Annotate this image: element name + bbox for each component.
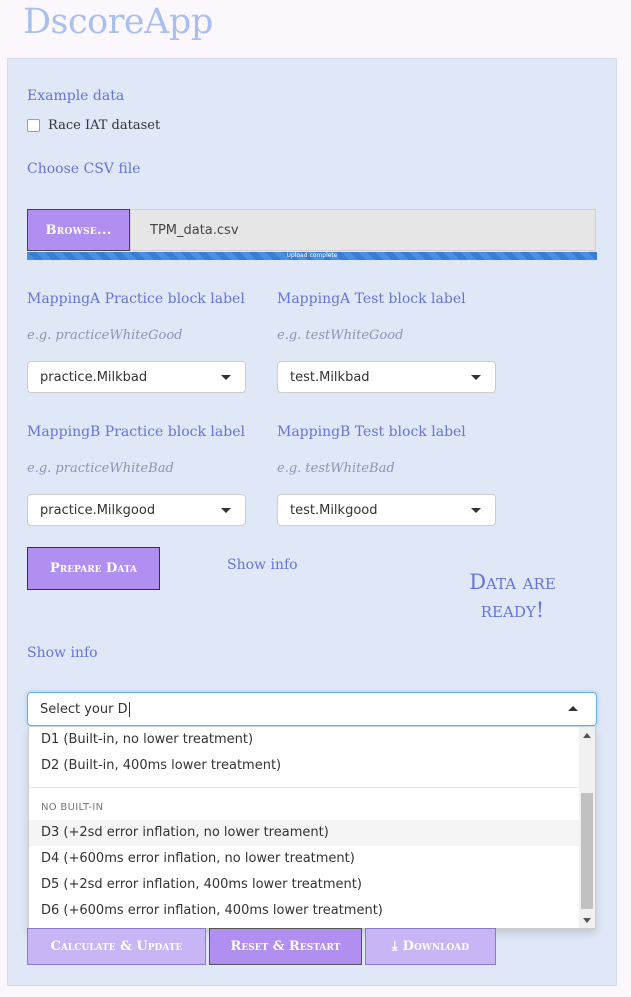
mappingB-test-hint: e.g. testWhiteBad — [277, 461, 395, 476]
mappingA-practice-value: practice.Milkbad — [40, 369, 148, 385]
mappingB-practice-label: MappingB Practice block label — [27, 424, 245, 440]
dscore-input-text: Select your D — [40, 701, 128, 717]
dscore-option-d1[interactable]: D1 (Built-in, no lower treatment) — [29, 727, 581, 753]
mappingA-test-select[interactable]: test.Milkbad — [277, 361, 496, 393]
calculate-update-button[interactable]: Calculate & Update — [27, 928, 206, 965]
mappingB-practice-select[interactable]: practice.Milkgood — [27, 494, 246, 526]
dscore-option-d6[interactable]: D6 (+600ms error inflation, 400ms lower … — [29, 898, 581, 924]
race-iat-checkbox-label: Race IAT dataset — [48, 118, 161, 133]
example-data-label: Example data — [27, 88, 125, 104]
dscore-option-d3[interactable]: D3 (+2sd error inflation, no lower tream… — [29, 820, 581, 846]
dscore-option-d4[interactable]: D4 (+600ms error inflation, no lower tre… — [29, 846, 581, 872]
mappingA-test-value: test.Milkbad — [290, 369, 370, 385]
mappingB-test-select[interactable]: test.Milkgood — [277, 494, 496, 526]
choose-csv-label: Choose CSV file — [27, 161, 141, 177]
mappingA-test-label: MappingA Test block label — [277, 291, 466, 307]
prepare-data-button[interactable]: Prepare Data — [27, 547, 160, 590]
dropdown-scrollbar[interactable] — [579, 727, 595, 928]
download-label: Download — [402, 939, 470, 954]
group-divider — [29, 787, 581, 788]
data-ready-line1: Data are — [469, 570, 556, 594]
scroll-up-icon[interactable] — [583, 733, 591, 738]
app-title: DscoreApp — [23, 2, 213, 42]
download-button[interactable]: ⤓ Download — [365, 928, 496, 965]
mappingA-practice-select[interactable]: practice.Milkbad — [27, 361, 246, 393]
browse-button[interactable]: Browse... — [27, 209, 130, 251]
data-ready-message: Data are ready! — [440, 568, 585, 624]
mappingB-test-value: test.Milkgood — [290, 502, 378, 518]
dscore-dropdown: D1 (Built-in, no lower treatment) D2 (Bu… — [28, 727, 596, 929]
filename-field: TPM_data.csv — [130, 209, 596, 251]
dscore-option-d5[interactable]: D5 (+2sd error inflation, 400ms lower tr… — [29, 872, 581, 898]
scroll-thumb[interactable] — [581, 793, 593, 909]
data-ready-line2: ready! — [480, 598, 545, 622]
mappingA-practice-label: MappingA Practice block label — [27, 291, 245, 307]
upload-progress-bar: Upload complete — [27, 252, 597, 260]
dscore-option-d2[interactable]: D2 (Built-in, 400ms lower treatment) — [29, 753, 581, 779]
mappingB-practice-value: practice.Milkgood — [40, 502, 156, 518]
dscore-show-info-link[interactable]: Show info — [27, 645, 98, 661]
chevron-down-icon — [221, 508, 231, 513]
chevron-up-icon — [568, 706, 578, 711]
download-icon: ⤓ — [391, 939, 398, 954]
mappingA-test-hint: e.g. testWhiteGood — [277, 328, 404, 343]
prepare-show-info-link[interactable]: Show info — [227, 557, 298, 573]
chevron-down-icon — [221, 375, 231, 380]
group-header: NO BUILT-IN — [41, 802, 104, 813]
mappingB-test-label: MappingB Test block label — [277, 424, 466, 440]
race-iat-checkbox-row[interactable]: Race IAT dataset — [27, 118, 160, 133]
text-cursor — [128, 701, 130, 717]
race-iat-checkbox[interactable] — [27, 119, 40, 132]
mappingA-practice-hint: e.g. practiceWhiteGood — [27, 328, 183, 343]
chevron-down-icon — [471, 375, 481, 380]
dscore-select-input[interactable]: Select your D — [27, 692, 597, 726]
reset-restart-button[interactable]: Reset & Restart — [209, 928, 362, 965]
scroll-down-icon[interactable] — [583, 918, 591, 923]
mappingB-practice-hint: e.g. practiceWhiteBad — [27, 461, 174, 476]
chevron-down-icon — [471, 508, 481, 513]
